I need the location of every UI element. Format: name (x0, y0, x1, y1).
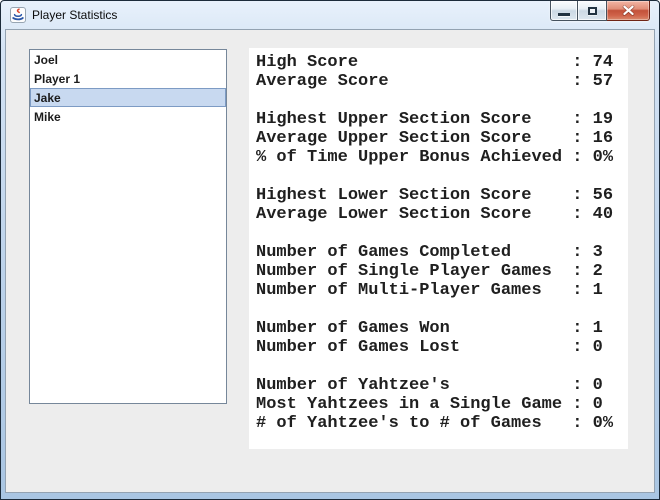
player-list-item[interactable]: Joel (30, 50, 226, 69)
window: Player Statistics Joel Player 1 Jake Mike H… (0, 0, 660, 500)
java-app-icon (9, 6, 27, 24)
window-controls (550, 1, 650, 21)
titlebar[interactable]: Player Statistics (2, 1, 658, 29)
close-icon (622, 5, 634, 16)
player-list-item[interactable]: Jake (30, 88, 226, 107)
close-button[interactable] (607, 1, 650, 21)
client-area: Joel Player 1 Jake Mike High Score : 74 Ave… (5, 29, 655, 493)
window-title: Player Statistics (32, 8, 118, 22)
player-list-item[interactable]: Mike (30, 107, 226, 126)
maximize-button[interactable] (578, 1, 607, 21)
stats-textarea[interactable]: High Score : 74 Average Score : 57 Highe… (249, 48, 628, 449)
maximize-icon (587, 6, 597, 15)
player-list-item[interactable]: Player 1 (30, 69, 226, 88)
player-list[interactable]: Joel Player 1 Jake Mike (29, 49, 227, 404)
minimize-button[interactable] (550, 1, 578, 21)
minimize-icon (558, 13, 570, 16)
